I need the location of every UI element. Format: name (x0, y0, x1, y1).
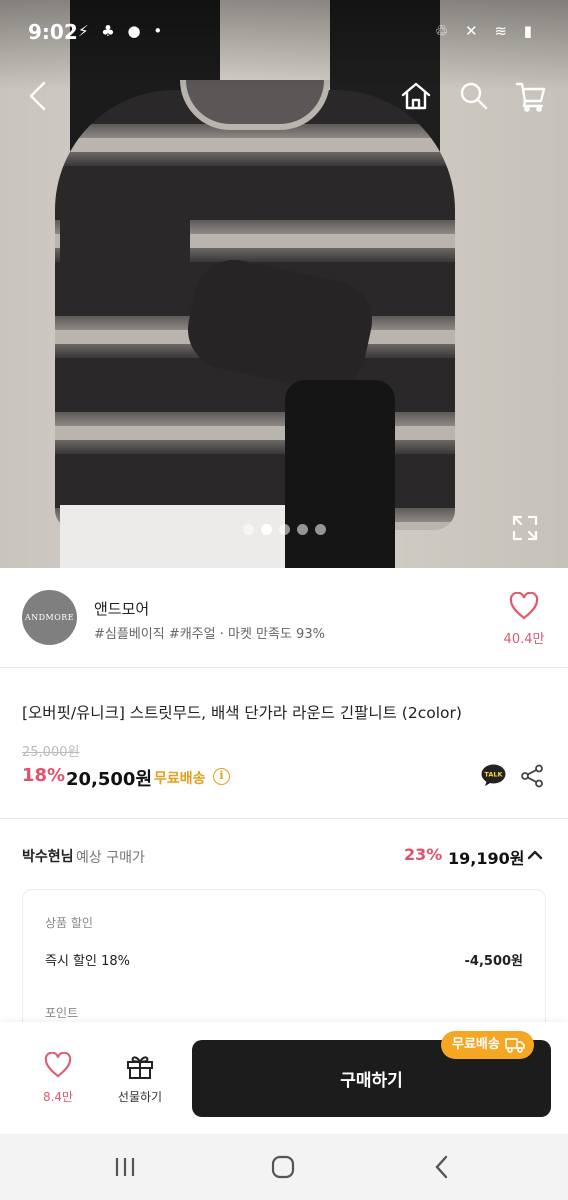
store-like-count: 40.4만 (503, 632, 545, 647)
home-button[interactable] (396, 76, 436, 116)
free-shipping-badge-label: 무료배송 (452, 1037, 500, 1052)
carousel-dot[interactable] (243, 524, 254, 535)
search-button[interactable] (454, 76, 494, 116)
status-bar: 9:02 ⚡ ♣ ● • ♲ ✕ ≋ ▮ (0, 18, 568, 50)
chevron-up-icon (527, 850, 543, 860)
back-button[interactable] (18, 76, 58, 116)
recent-apps-icon (115, 1158, 135, 1176)
original-price: 25,000원 (22, 745, 80, 760)
points-label: 포인트 (45, 1006, 79, 1020)
free-shipping-label: 무료배송 (154, 771, 206, 787)
cart-button[interactable] (511, 76, 551, 116)
system-icons: ♲ ✕ ≋ ▮ (434, 22, 538, 40)
home-system-button[interactable] (268, 1154, 298, 1180)
heart-icon (44, 1051, 72, 1078)
expected-user-name: 박수현님 (22, 849, 74, 865)
collapse-button[interactable] (525, 846, 545, 864)
gift-button[interactable] (124, 1052, 156, 1084)
fullscreen-button[interactable] (510, 513, 540, 543)
cart-icon (515, 82, 546, 112)
store-logo[interactable]: ANDMORE (22, 590, 77, 645)
carousel-dot[interactable] (315, 524, 326, 535)
notification-icons: ⚡ ♣ ● • (78, 22, 167, 40)
svg-text:TALK: TALK (484, 771, 503, 779)
share-button[interactable] (520, 764, 544, 788)
instant-discount-label: 즉시 할인 18% (45, 954, 130, 969)
heart-icon (509, 591, 539, 620)
section-divider (0, 818, 568, 819)
expected-price-label: 예상 구매가 (76, 850, 145, 866)
truck-icon (505, 1038, 525, 1053)
bottom-action-bar: 8.4만 선물하기 구매하기 무료배송 (0, 1022, 568, 1134)
status-time: 9:02 (28, 20, 78, 44)
store-tags: #심플베이직 #캐주얼 · 마켓 만족도 93% (94, 627, 325, 642)
search-icon (460, 82, 488, 110)
info-icon[interactable]: i (213, 768, 230, 785)
home-icon (401, 82, 431, 110)
gift-icon (127, 1056, 153, 1079)
sale-price: 20,500원 (66, 769, 153, 790)
store-like-button[interactable] (503, 591, 545, 624)
store-row[interactable]: ANDMORE 앤드모어 #심플베이직 #캐주얼 · 마켓 만족도 93% 40… (0, 568, 568, 668)
instant-discount-value: -4,500원 (464, 954, 523, 969)
free-shipping-badge: 무료배송 (441, 1031, 534, 1059)
recent-apps-button[interactable] (110, 1154, 140, 1180)
share-icon (521, 764, 543, 788)
store-name[interactable]: 앤드모어 (94, 598, 149, 619)
discount-rate: 18% (22, 765, 66, 786)
expected-price: 19,190원 (448, 849, 525, 868)
carousel-dot[interactable] (279, 524, 290, 535)
back-system-button[interactable] (428, 1154, 458, 1180)
back-chevron-icon (435, 1155, 448, 1179)
product-discount-label: 상품 할인 (45, 916, 93, 930)
product-title: [오버핏/유니크] 스트릿무드, 배색 단가라 라운드 긴팔니트 (2color… (22, 704, 462, 722)
back-arrow-icon (29, 81, 46, 111)
wish-button[interactable] (38, 1051, 78, 1082)
talk-icon: TALK (481, 764, 506, 786)
carousel-dots (243, 524, 326, 535)
kakao-talk-button[interactable]: TALK (481, 764, 506, 787)
carousel-dot-active[interactable] (261, 524, 272, 535)
system-nav-bar (0, 1134, 568, 1200)
wish-count: 8.4만 (42, 1090, 74, 1104)
carousel-dot[interactable] (297, 524, 308, 535)
gift-label: 선물하기 (117, 1090, 163, 1104)
home-circle-icon (271, 1155, 295, 1179)
product-page: 9:02 ⚡ ♣ ● • ♲ ✕ ≋ ▮ ANDMORE 앤드모어 #심플베이직… (0, 0, 568, 1200)
expand-icon (512, 515, 538, 541)
expected-discount: 23% (404, 845, 443, 864)
